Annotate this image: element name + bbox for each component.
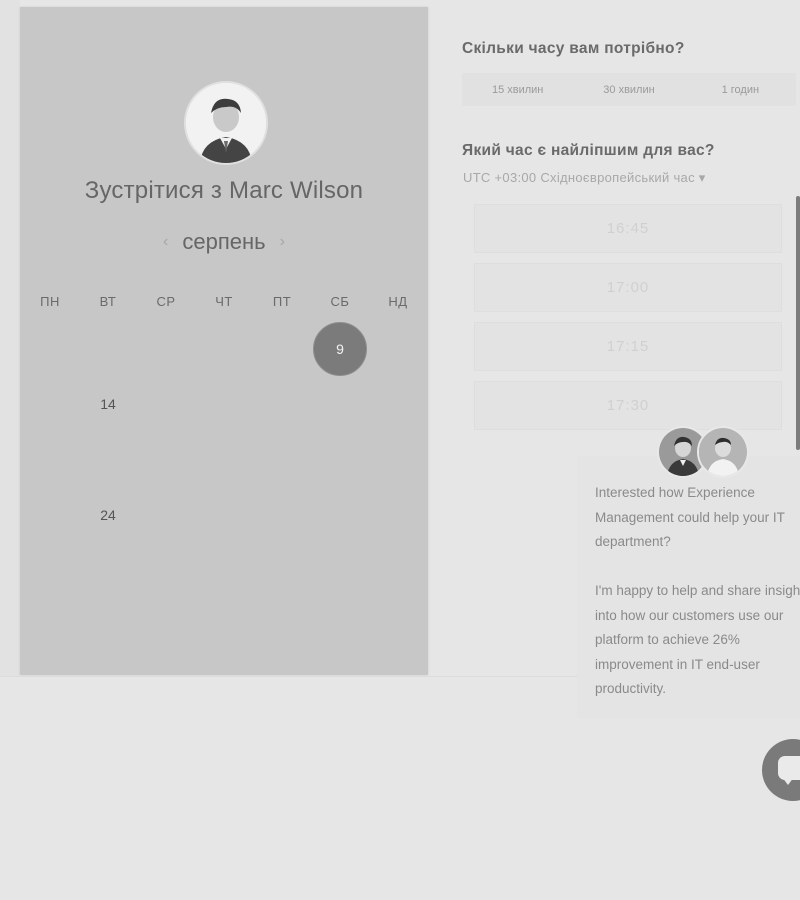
duration-selector: 15 хвилин 30 хвилин 1 годин (462, 73, 796, 106)
calendar-panel: Зустрітися з Marc Wilson ‹ серпень › ПН В… (20, 7, 428, 675)
calendar-day (195, 377, 253, 433)
calendar-day[interactable]: 24 (79, 488, 137, 544)
weekday-label: ПН (40, 294, 60, 309)
calendar-day (253, 432, 311, 488)
person-avatar-icon (186, 83, 266, 163)
day-number: 24 (100, 507, 116, 524)
calendar-day (195, 432, 253, 488)
calendar-day (253, 377, 311, 433)
chat-bubble-icon[interactable] (762, 739, 800, 801)
duration-option[interactable]: 30 хвилин (573, 73, 684, 106)
duration-option[interactable]: 1 годин (685, 73, 796, 106)
month-label: серпень (182, 229, 266, 254)
weekday-label: СР (156, 294, 176, 309)
calendar-day (195, 321, 253, 377)
month-navigation: ‹ серпень › (20, 229, 428, 255)
calendar-day (137, 321, 195, 377)
weekday-header: ПН ВТ СР ЧТ ПТ СБ НД (20, 294, 428, 309)
calendar-day (21, 321, 79, 377)
calendar-day (137, 543, 195, 599)
calendar-day (137, 488, 195, 544)
chat-message-1: Interested how Experience Management cou… (595, 485, 785, 549)
calendar-day (311, 488, 369, 544)
time-slot-button[interactable]: 17:00 (474, 263, 782, 312)
chevron-left-icon[interactable]: ‹ (163, 233, 168, 251)
day-number: 14 (100, 396, 116, 413)
calendar-day (21, 432, 79, 488)
selected-day[interactable]: 9 (311, 321, 369, 377)
time-slot-button[interactable]: 17:15 (474, 322, 782, 371)
calendar-day (369, 543, 427, 599)
host-avatar (184, 81, 268, 165)
chat-message-2: I'm happy to help and share insight into… (595, 583, 800, 696)
calendar-day (369, 488, 427, 544)
duration-option[interactable]: 15 хвилин (462, 73, 573, 106)
time-question: Який час є найліпшим для вас? (462, 142, 715, 159)
calendar-day (79, 432, 137, 488)
duration-question: Скільки часу вам потрібно? (462, 40, 685, 57)
calendar-day (79, 543, 137, 599)
calendar-day (79, 321, 137, 377)
calendar-day (311, 377, 369, 433)
calendar-day (311, 432, 369, 488)
calendar-day (21, 543, 79, 599)
scrollbar[interactable] (796, 196, 800, 450)
calendar-day (195, 543, 253, 599)
calendar-day (369, 321, 427, 377)
calendar-day (253, 488, 311, 544)
calendar-day (21, 488, 79, 544)
calendar-day (137, 432, 195, 488)
calendar-day (253, 321, 311, 377)
day-number: 9 (313, 321, 367, 376)
chat-avatars (657, 426, 749, 478)
calendar-day (369, 432, 427, 488)
time-slot-button[interactable]: 16:45 (474, 204, 782, 253)
calendar-day (253, 543, 311, 599)
weekday-label: ПТ (272, 294, 292, 309)
weekday-label: НД (388, 294, 408, 309)
calendar-day[interactable]: 14 (79, 377, 137, 433)
timezone-select[interactable]: UTC +03:00 Східноєвропейський час ▾ (463, 170, 706, 186)
weekday-label: ВТ (99, 294, 117, 309)
calendar-day (137, 377, 195, 433)
calendar-day (21, 377, 79, 433)
chat-message: Interested how Experience Management cou… (595, 481, 800, 702)
calendar-day (369, 377, 427, 433)
weekday-label: ЧТ (215, 294, 233, 309)
left-edge-strip (0, 0, 20, 676)
agent-avatar-2 (697, 426, 749, 478)
time-slot-button[interactable]: 17:30 (474, 381, 782, 430)
meeting-title: Зустрітися з Marc Wilson (84, 177, 364, 204)
weekday-label: СБ (330, 294, 350, 309)
calendar-day (195, 488, 253, 544)
chevron-right-icon[interactable]: › (280, 233, 285, 251)
day-grid: 9 14 24 (20, 321, 428, 599)
calendar-day (311, 543, 369, 599)
